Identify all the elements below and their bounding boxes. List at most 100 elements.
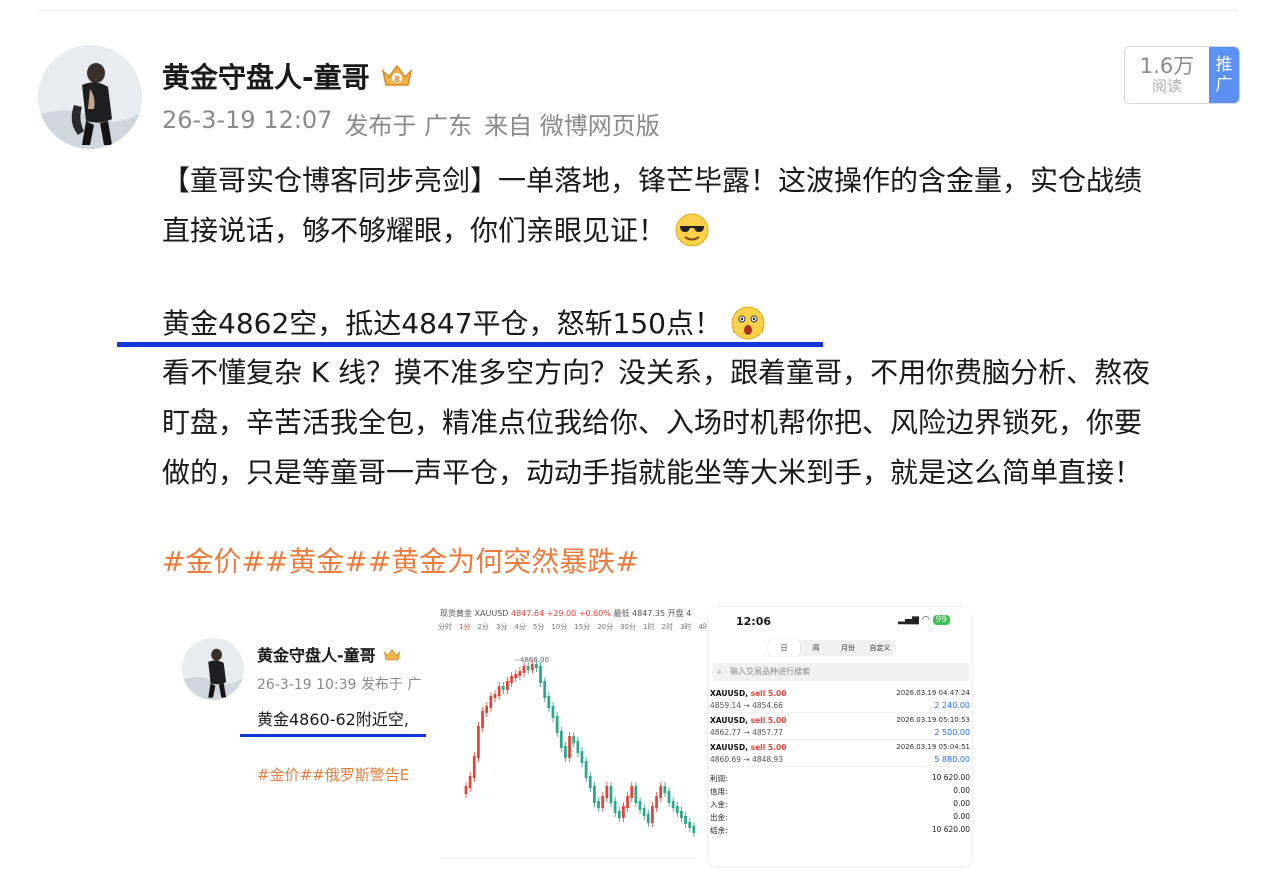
- timeframe-6: 10分: [551, 623, 568, 631]
- chart-price: 4847.64: [511, 609, 545, 618]
- timeframe-3: 3分: [495, 623, 508, 631]
- chart-symbol: 现货黄金 XAUUSD: [440, 609, 509, 618]
- candle-body: [572, 736, 576, 743]
- summary-label: 入金:: [710, 800, 728, 809]
- candle-body: [506, 681, 509, 690]
- trade-prices: 4862.77 → 4857.77: [710, 728, 784, 737]
- embedded-post-screenshot: 黄金守盘人-童哥 26-3-19 10:39 发布于 广 黄金4860-62附近…: [162, 600, 432, 870]
- embedded-avatar: [182, 638, 244, 700]
- trade-datetime: 2026.03.19 05:10:53: [896, 716, 970, 724]
- candle-body: [464, 786, 468, 794]
- timeframe-1: 1分: [459, 623, 471, 631]
- candle-body: [485, 706, 489, 713]
- candle-body: [580, 751, 584, 763]
- post-date[interactable]: 26-3-19 12:07: [162, 106, 332, 141]
- read-label: 阅读: [1151, 77, 1182, 95]
- timeframe-4: 4分: [514, 623, 526, 631]
- trade-row: XAUUSD, sell 5.00 2026.03.19 05:10:53 4862…: [708, 714, 974, 740]
- author-name[interactable]: 黄金守盘人-童哥 8: [162, 56, 414, 96]
- chart-extra: 最低 4847.35 开盘 4: [613, 609, 692, 618]
- period-tab-1: 周: [812, 644, 820, 652]
- candle-body: [472, 756, 476, 778]
- shocked-emoji-icon: [731, 306, 765, 340]
- period-tab-3: 自定义: [869, 644, 891, 652]
- author-avatar[interactable]: [38, 45, 142, 149]
- paragraph-1-line-2-text: 直接说话，够不够耀眼，你们亲眼见证！: [162, 214, 667, 247]
- summary-row: 利润: 10 620.00: [710, 773, 970, 786]
- candle-body: [671, 801, 675, 808]
- candle-body: [551, 706, 555, 718]
- summary-row: 出金: 0.00: [710, 812, 970, 825]
- timeframe-row: 分时 1分 2分 3分 4分 5分 10分 15分 20分 30分 1时 2时 3时 4时: [438, 622, 710, 632]
- candle-body: [605, 786, 609, 798]
- candle-body: [477, 726, 480, 758]
- trade-symbol: XAUUSD, sell 5.00: [710, 743, 787, 752]
- timeframe-7: 15分: [574, 623, 591, 631]
- embedded-underline: [240, 734, 426, 737]
- sunglasses-emoji-icon: [675, 213, 709, 247]
- top-divider: [38, 10, 1238, 11]
- timeframe-11: 2时: [661, 623, 673, 631]
- trade-row: XAUUSD, sell 5.00 2026.03.19 04:47:24 4859…: [708, 687, 974, 713]
- candle-body: [667, 791, 671, 803]
- embedded-tags: #金价##俄罗斯警告E: [257, 766, 410, 784]
- candle-body: [526, 666, 530, 670]
- trade-side: sell 5.00: [750, 689, 787, 698]
- summary-value: 10 620.00: [931, 773, 970, 782]
- avatar-photo: [38, 45, 142, 149]
- candle-body: [617, 811, 621, 818]
- trade-profit: 2 240.00: [934, 701, 970, 710]
- candle-body: [692, 826, 696, 833]
- embedded-author-text: 黄金守盘人-童哥: [257, 646, 376, 665]
- trade-side: sell 5.00: [750, 716, 787, 725]
- post-paragraph-2: 看不懂复杂 K 线？摸不准多空方向？没关系，跟着童哥，不用你费脑分析、熬夜 盯盘…: [162, 348, 1242, 498]
- candlestick-chart-panel: 现货黄金 XAUUSD 4847.64 +29.00 +0.60% 最低 484…: [434, 600, 710, 870]
- summary-value: 0.00: [953, 786, 970, 795]
- summary-row: 结余: 10 620.00: [710, 825, 970, 838]
- embedded-crown-icon: [383, 648, 400, 661]
- read-count: 1.6万: [1139, 54, 1195, 78]
- trade-symbol: XAUUSD, sell 5.00: [710, 716, 787, 725]
- timeframe-8: 20分: [597, 623, 614, 631]
- phone-status-bar: ▂▄▆ ◠ 99: [898, 615, 950, 625]
- candle-body: [518, 671, 522, 676]
- summary-value: 0.00: [953, 812, 970, 821]
- embedded-meta: 26-3-19 10:39 发布于 广: [257, 677, 422, 693]
- signal-icon: ▂▄▆: [898, 615, 919, 625]
- author-name-text[interactable]: 黄金守盘人-童哥: [162, 56, 370, 96]
- candle-body: [634, 786, 638, 803]
- paragraph-2-line-2: 盯盘，辛苦活我全包，精准点位我给你、入场时机帮你把、风险边界锁死，你要: [162, 406, 1143, 439]
- trade-symbol: XAUUSD, sell 5.00: [710, 689, 787, 698]
- candle-body: [539, 666, 542, 683]
- candle-body: [630, 786, 634, 798]
- candle-body: [481, 711, 484, 728]
- candle-body: [535, 664, 538, 668]
- candle-body: [642, 808, 646, 816]
- battery-icon: 99: [932, 615, 950, 625]
- candle-body: [468, 776, 472, 788]
- trade-profit: 2 500.00: [934, 728, 970, 737]
- summary-label: 结余:: [710, 826, 728, 835]
- chart-change-pct: +0.60%: [578, 609, 611, 618]
- candle-body: [564, 746, 567, 758]
- candle-body: [547, 696, 551, 708]
- candle-body: [622, 806, 625, 818]
- trade-search-input: ⌕ 输入交易品种进行搜索: [712, 663, 970, 681]
- candle-body: [510, 676, 513, 683]
- candle-body: [568, 736, 571, 758]
- candle-body: [497, 686, 501, 696]
- period-tabs: 日 周 月份 自定义: [768, 640, 896, 656]
- phone-time: 12:06: [736, 615, 772, 628]
- candle-body: [663, 786, 667, 793]
- candle-body: [493, 694, 497, 698]
- timeframe-0: 分时: [438, 623, 452, 631]
- candle-body: [584, 761, 588, 778]
- post-hashtags[interactable]: #金价##黄金##黄金为何突然暴跌#: [162, 540, 639, 580]
- candle-body: [601, 796, 605, 808]
- post-image[interactable]: 黄金守盘人-童哥 26-3-19 10:39 发布于 广 黄金4860-62附近…: [162, 600, 982, 870]
- candle-body: [501, 686, 505, 690]
- summary-label: 信用:: [710, 787, 728, 796]
- trade-side: sell 5.00: [750, 743, 787, 752]
- trade-history-phone: 12:06 ▂▄▆ ◠ 99 日 周 月份 自定义 ⌕ 输入交易品种进行搜索 XAUU…: [707, 606, 974, 868]
- promote-button[interactable]: 推广: [1209, 47, 1239, 103]
